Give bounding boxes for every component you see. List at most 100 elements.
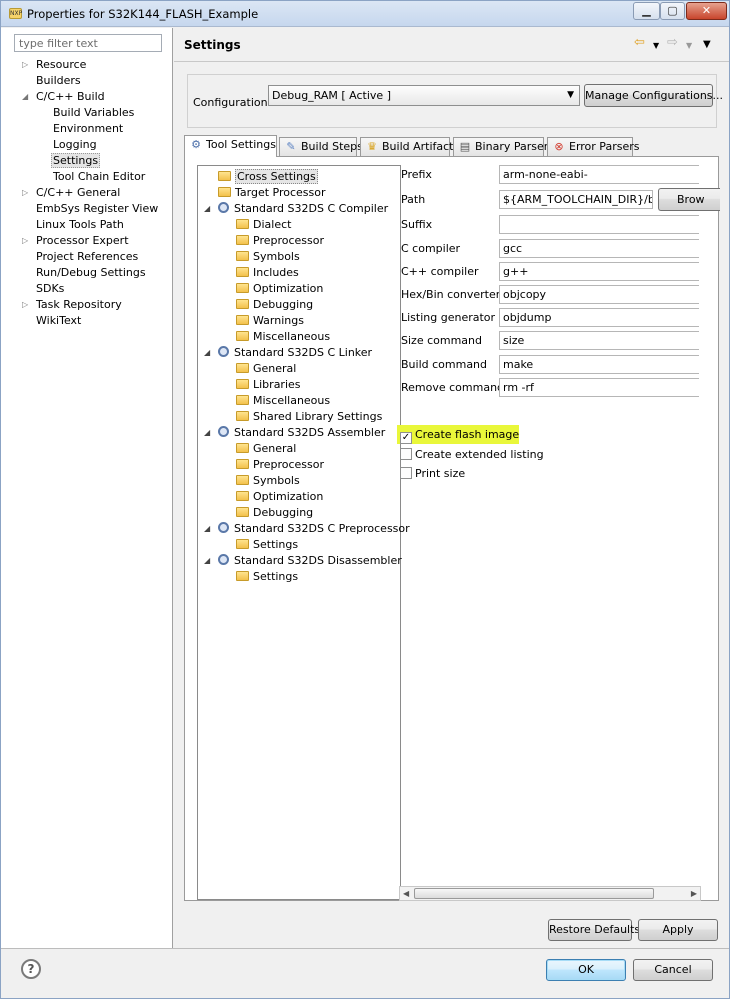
- nav-item-builders[interactable]: Builders: [36, 73, 81, 88]
- size-command-field[interactable]: size: [499, 331, 699, 350]
- collapse-arrow-icon[interactable]: ◢: [204, 553, 210, 568]
- tab-build-steps[interactable]: ✎ Build Steps: [279, 137, 363, 156]
- nav-item-cpp-build[interactable]: ◢ C/C++ Build: [22, 89, 105, 104]
- nav-item-tool-chain-editor[interactable]: Tool Chain Editor: [53, 169, 145, 184]
- nav-item-wikitext[interactable]: WikiText: [36, 313, 81, 328]
- hex-bin-converter-field[interactable]: objcopy: [499, 285, 699, 304]
- nav-item-environment[interactable]: Environment: [53, 121, 123, 136]
- tab-error-parsers[interactable]: ⊗ Error Parsers: [547, 137, 639, 156]
- forward-arrow-icon[interactable]: ⇨: [667, 36, 678, 50]
- nav-item-linux-tools-path[interactable]: Linux Tools Path: [36, 217, 124, 232]
- remove-command-field[interactable]: rm -rf: [499, 378, 699, 397]
- tree-item-includes[interactable]: Includes: [236, 265, 299, 280]
- cpp-compiler-field[interactable]: g++: [499, 262, 699, 281]
- collapse-arrow-icon[interactable]: ◢: [204, 521, 210, 536]
- nav-item-resource[interactable]: ▷ Resource: [22, 57, 86, 72]
- create-flash-image-checkbox[interactable]: ✓ Create flash image: [400, 427, 519, 444]
- path-field[interactable]: ${ARM_TOOLCHAIN_DIR}/bin: [499, 190, 653, 209]
- tree-item-preprocessor[interactable]: Preprocessor: [236, 233, 324, 248]
- scroll-left-icon[interactable]: ◀: [403, 887, 409, 900]
- collapse-arrow-icon[interactable]: ◢: [204, 345, 210, 360]
- configuration-select[interactable]: Debug_RAM [ Active ] ▼: [268, 85, 580, 106]
- browse-button[interactable]: Brow: [658, 188, 720, 211]
- tree-item-general[interactable]: General: [236, 441, 296, 456]
- tree-item-settings[interactable]: Settings: [236, 537, 298, 552]
- checkbox-checked-icon[interactable]: ✓: [400, 432, 412, 444]
- tab-tool-settings[interactable]: ⚙ Tool Settings: [184, 135, 277, 157]
- tree-item-c-linker[interactable]: ◢ Standard S32DS C Linker: [204, 345, 372, 360]
- close-icon[interactable]: ✕: [686, 2, 727, 20]
- build-command-field[interactable]: make: [499, 355, 699, 374]
- minimize-icon[interactable]: ▁: [633, 2, 660, 20]
- expand-arrow-icon[interactable]: ▷: [22, 185, 28, 200]
- cancel-button[interactable]: Cancel: [633, 959, 713, 981]
- restore-defaults-button[interactable]: Restore Defaults: [548, 919, 640, 941]
- checkbox-icon[interactable]: [400, 448, 412, 460]
- tree-item-dialect[interactable]: Dialect: [236, 217, 291, 232]
- nav-item-processor-expert[interactable]: ▷ Processor Expert: [22, 233, 129, 248]
- dropdown-icon[interactable]: ▼: [686, 39, 692, 53]
- tree-item-settings[interactable]: Settings: [236, 569, 298, 584]
- tree-item-symbols[interactable]: Symbols: [236, 249, 300, 264]
- nav-item-run-debug-settings[interactable]: Run/Debug Settings: [36, 265, 146, 280]
- tree-item-miscellaneous[interactable]: Miscellaneous: [236, 393, 330, 408]
- nav-item-build-variables[interactable]: Build Variables: [53, 105, 134, 120]
- tree-item-preprocessor[interactable]: Preprocessor: [236, 457, 324, 472]
- dropdown-icon[interactable]: ▼: [653, 39, 659, 53]
- filter-input[interactable]: [14, 34, 162, 52]
- tree-item-label: Debugging: [253, 506, 314, 519]
- back-arrow-icon[interactable]: ⇦: [634, 36, 645, 50]
- tree-item-miscellaneous[interactable]: Miscellaneous: [236, 329, 330, 344]
- tree-item-optimization[interactable]: Optimization: [236, 489, 323, 504]
- tree-item-target-processor[interactable]: Target Processor: [218, 185, 326, 200]
- create-extended-listing-checkbox[interactable]: Create extended listing: [400, 447, 544, 462]
- nav-item-embsys-register-view[interactable]: EmbSys Register View: [36, 201, 158, 216]
- suffix-field[interactable]: [499, 215, 699, 234]
- tree-item-assembler[interactable]: ◢ Standard S32DS Assembler: [204, 425, 385, 440]
- scroll-right-icon[interactable]: ▶: [691, 887, 697, 900]
- listing-generator-field[interactable]: objdump: [499, 308, 699, 327]
- page-header: Settings ⇦ ▼ ⇨ ▼ ▼: [174, 28, 729, 62]
- manage-configurations-button[interactable]: Manage Configurations...: [584, 84, 723, 107]
- collapse-arrow-icon[interactable]: ◢: [204, 201, 210, 216]
- tree-item-optimization[interactable]: Optimization: [236, 281, 323, 296]
- nav-item-settings[interactable]: Settings: [51, 153, 101, 168]
- tree-item-general[interactable]: General: [236, 361, 296, 376]
- nav-item-logging[interactable]: Logging: [53, 137, 97, 152]
- binary-parsers-icon: ▤: [459, 140, 471, 153]
- tab-binary-parsers[interactable]: ▤ Binary Parsers: [453, 137, 554, 156]
- tree-item-c-preprocessor[interactable]: ◢ Standard S32DS C Preprocessor: [204, 521, 410, 536]
- prefix-field[interactable]: arm-none-eabi-: [499, 165, 699, 184]
- collapse-arrow-icon[interactable]: ◢: [204, 425, 210, 440]
- scrollbar-thumb[interactable]: [414, 888, 654, 899]
- tree-item-shared-library-settings[interactable]: Shared Library Settings: [236, 409, 382, 424]
- print-size-checkbox[interactable]: Print size: [400, 466, 465, 481]
- ok-button[interactable]: OK: [546, 959, 626, 981]
- c-compiler-field[interactable]: gcc: [499, 239, 699, 258]
- tree-item-c-compiler[interactable]: ◢ Standard S32DS C Compiler: [204, 201, 388, 216]
- maximize-icon[interactable]: ▢: [660, 2, 685, 20]
- nav-item-label: Processor Expert: [36, 234, 129, 247]
- help-icon[interactable]: ?: [21, 959, 41, 979]
- tree-item-disassembler[interactable]: ◢ Standard S32DS Disassembler: [204, 553, 402, 568]
- tree-item-libraries[interactable]: Libraries: [236, 377, 301, 392]
- checkbox-icon[interactable]: [400, 467, 412, 479]
- tree-item-cross-settings[interactable]: Cross Settings: [218, 169, 318, 184]
- tree-item-warnings[interactable]: Warnings: [236, 313, 304, 328]
- view-menu-icon[interactable]: ▼: [703, 38, 711, 52]
- expand-arrow-icon[interactable]: ▷: [22, 233, 28, 248]
- expand-arrow-icon[interactable]: ▷: [22, 297, 28, 312]
- expand-arrow-icon[interactable]: ▷: [22, 57, 28, 72]
- nav-item-sdks[interactable]: SDKs: [36, 281, 64, 296]
- apply-button[interactable]: Apply: [638, 919, 718, 941]
- collapse-arrow-icon[interactable]: ◢: [22, 89, 28, 104]
- tab-label: Binary Parsers: [475, 140, 554, 153]
- tree-item-symbols[interactable]: Symbols: [236, 473, 300, 488]
- nav-item-project-references[interactable]: Project References: [36, 249, 138, 264]
- tab-build-artifact[interactable]: ♛ Build Artifact: [360, 137, 454, 156]
- tree-item-debugging[interactable]: Debugging: [236, 505, 313, 520]
- nav-item-task-repository[interactable]: ▷ Task Repository: [22, 297, 122, 312]
- horizontal-scrollbar[interactable]: ◀ ▶: [399, 886, 701, 901]
- nav-item-cpp-general[interactable]: ▷ C/C++ General: [22, 185, 120, 200]
- tree-item-debugging[interactable]: Debugging: [236, 297, 313, 312]
